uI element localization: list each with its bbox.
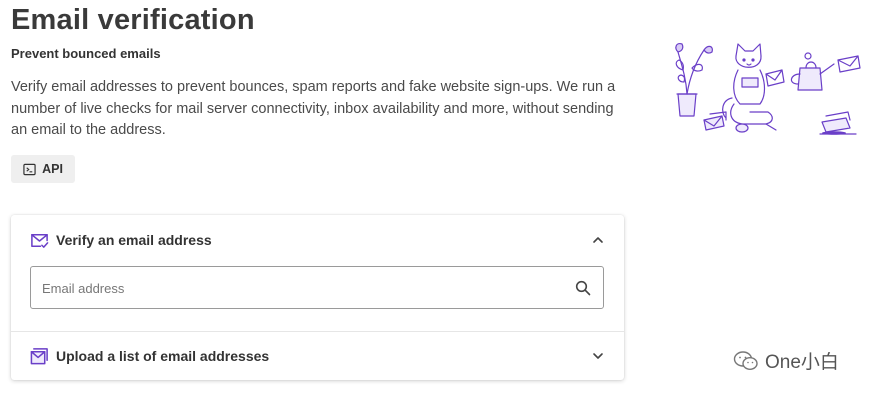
wechat-watermark: One小白 <box>733 347 839 374</box>
search-icon[interactable] <box>575 280 591 296</box>
page-title: Email verification <box>11 4 255 36</box>
cat-reading-illustration <box>675 43 861 135</box>
mail-stack-icon <box>30 347 48 364</box>
verify-email-label: Verify an email address <box>56 232 212 248</box>
email-search-field[interactable] <box>30 266 604 310</box>
api-button[interactable]: API <box>11 155 75 183</box>
page-description: Verify email addresses to prevent bounce… <box>11 79 616 138</box>
mail-check-icon <box>31 233 49 248</box>
page-subtitle: Prevent bounced emails <box>11 46 161 61</box>
verification-card: Verify an email address Upload a list of… <box>11 215 624 380</box>
chevron-down-icon[interactable] <box>592 350 604 362</box>
watermark-text: One小白 <box>765 352 839 373</box>
chevron-up-icon[interactable] <box>592 234 604 246</box>
wechat-icon <box>733 350 758 370</box>
upload-list-label: Upload a list of email addresses <box>56 348 270 364</box>
email-address-input[interactable] <box>40 267 564 310</box>
api-button-label: API <box>42 162 63 176</box>
page: Email verification Prevent bounced email… <box>0 0 878 396</box>
terminal-icon <box>23 163 36 175</box>
upload-list-accordion-header[interactable]: Upload a list of email addresses <box>11 332 624 380</box>
verify-email-accordion-header[interactable]: Verify an email address <box>11 215 624 265</box>
